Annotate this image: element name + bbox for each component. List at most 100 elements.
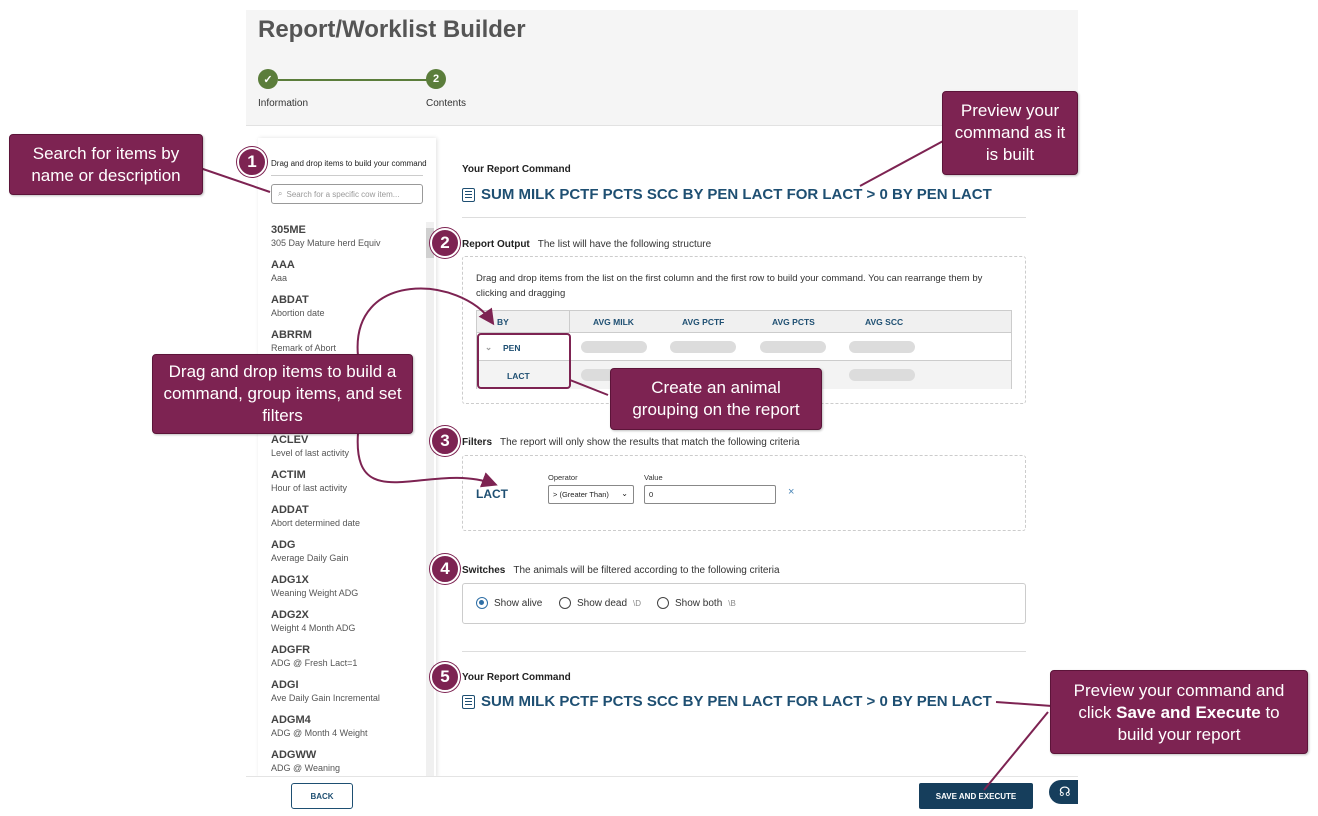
item-desc: 305 Day Mature herd Equiv — [271, 238, 381, 248]
search-input[interactable]: ⌕ Search for a specific cow item... — [271, 184, 423, 204]
item-desc: Abortion date — [271, 308, 325, 318]
report-output-title: Report Output — [462, 239, 530, 250]
list-item[interactable]: ADG Average Daily Gain — [271, 539, 421, 574]
placeholder-cell — [760, 341, 826, 353]
list-item[interactable]: ACTIM Hour of last activity — [271, 469, 421, 504]
column-header[interactable]: AVG SCC — [865, 317, 903, 327]
radio-show-alive[interactable]: Show alive — [476, 597, 542, 609]
list-item[interactable]: ADGWW ADG @ Weaning — [271, 749, 421, 778]
item-desc: Ave Daily Gain Incremental — [271, 693, 380, 703]
list-item[interactable]: ADGM4 ADG @ Month 4 Weight — [271, 714, 421, 749]
item-desc: Aaa — [271, 273, 288, 283]
switches-title: Switches — [462, 565, 506, 576]
search-icon: ⌕ — [278, 189, 283, 198]
item-desc: ADG @ Fresh Lact=1 — [271, 658, 358, 668]
command-top: SUM MILK PCTF PCTS SCC BY PEN LACT FOR L… — [462, 186, 992, 203]
item-code: AAA — [271, 259, 295, 271]
item-desc: Hour of last activity — [271, 483, 348, 493]
placeholder-cell — [581, 341, 647, 353]
radio-selected-icon — [476, 597, 488, 609]
save-and-execute-button[interactable]: SAVE AND EXECUTE — [919, 783, 1033, 809]
item-desc: Weight 4 Month ADG — [271, 623, 356, 633]
callout-search: Search for items by name or description — [9, 134, 203, 195]
item-desc: Level of last activity — [271, 448, 350, 458]
operator-select[interactable]: > (Greater Than) ⌄ — [548, 485, 634, 504]
filter-item-lact[interactable]: LACT — [476, 487, 508, 501]
placeholder-cell — [849, 341, 915, 353]
help-button[interactable]: ☊ — [1049, 780, 1078, 804]
shortcut-label: \B — [728, 598, 736, 608]
report-output-desc: The list will have the following structu… — [537, 239, 712, 250]
sidebar-divider — [271, 175, 423, 176]
item-code: ADG1X — [271, 574, 309, 586]
list-item[interactable]: AAA Aaa — [271, 259, 421, 294]
row-label-lact[interactable]: LACT — [507, 371, 530, 381]
step-contents[interactable]: 2 — [426, 69, 446, 89]
operator-value: > (Greater Than) — [553, 490, 609, 499]
callout-preview: Preview your command as it is built — [942, 91, 1078, 175]
column-header[interactable]: AVG PCTF — [682, 317, 724, 327]
switches-heading: Switches The animals will be filtered acc… — [462, 565, 780, 576]
back-button[interactable]: BACK — [291, 783, 353, 809]
radio-show-dead[interactable]: Show dead \D — [559, 597, 641, 609]
item-desc: ADG @ Month 4 Weight — [271, 728, 368, 738]
item-desc: ADG @ Weaning — [271, 763, 340, 773]
column-header[interactable]: AVG MILK — [593, 317, 634, 327]
item-code: ADGM4 — [271, 714, 311, 726]
step-information[interactable]: ✓ — [258, 69, 278, 89]
item-list: 305ME 305 Day Mature herd Equiv AAA Aaa AB… — [271, 224, 421, 778]
column-separator — [569, 311, 570, 333]
item-desc: Abort determined date — [271, 518, 361, 528]
close-icon[interactable]: × — [788, 486, 794, 498]
column-header[interactable]: AVG PCTS — [772, 317, 815, 327]
callout-save: Preview your command and click Save and … — [1050, 670, 1308, 754]
command-bottom-text: SUM MILK PCTF PCTS SCC BY PEN LACT FOR L… — [481, 693, 992, 710]
step-marker-3: 3 — [430, 426, 460, 456]
list-icon — [462, 694, 475, 709]
list-item[interactable]: ADG1X Weaning Weight ADG — [271, 574, 421, 609]
grid-header: BY AVG MILK AVG PCTF AVG PCTS AVG SCC — [477, 311, 1011, 333]
list-item[interactable]: 305ME 305 Day Mature herd Equiv — [271, 224, 421, 259]
item-code: ADGFR — [271, 644, 311, 656]
callout-save-bold: Save and Execute — [1116, 703, 1261, 722]
radio-show-both[interactable]: Show both \B — [657, 597, 736, 609]
row-label-pen[interactable]: PEN — [503, 343, 520, 353]
item-code: ADG2X — [271, 609, 309, 621]
chevron-down-icon[interactable]: ⌄ — [485, 342, 492, 353]
item-desc: Remark of Abort — [271, 343, 337, 353]
item-code: ACTIM — [271, 469, 306, 481]
item-code: ACLEV — [271, 434, 309, 446]
step-contents-label: Contents — [426, 98, 467, 109]
item-code: ADGWW — [271, 749, 317, 761]
list-icon — [462, 187, 475, 202]
placeholder-cell — [670, 341, 736, 353]
list-item[interactable]: ADGI Ave Daily Gain Incremental — [271, 679, 421, 714]
callout-drag: Drag and drop items to build a command, … — [152, 354, 413, 434]
list-item[interactable]: ADDAT Abort determined date — [271, 504, 421, 539]
item-code: ABRRM — [271, 329, 312, 341]
list-item[interactable]: ADG2X Weight 4 Month ADG — [271, 609, 421, 644]
item-code: ABDAT — [271, 294, 309, 306]
list-item[interactable]: ACLEV Level of last activity — [271, 434, 421, 469]
radio-label: Show alive — [494, 597, 543, 609]
chevron-down-icon: ⌄ — [621, 489, 628, 498]
list-item[interactable]: ABDAT Abortion date — [271, 294, 421, 329]
step-marker-1: 1 — [237, 147, 267, 177]
radio-icon — [657, 597, 669, 609]
command-top-text: SUM MILK PCTF PCTS SCC BY PEN LACT FOR L… — [481, 186, 992, 203]
step-information-label: Information — [258, 98, 309, 109]
list-item[interactable]: ADGFR ADG @ Fresh Lact=1 — [271, 644, 421, 679]
column-header[interactable]: BY — [497, 317, 509, 327]
stepper-line — [278, 79, 434, 81]
radio-icon — [559, 597, 571, 609]
filters-title: Filters — [462, 437, 493, 448]
value-input[interactable]: 0 — [644, 485, 776, 504]
switches-desc: The animals will be filtered according t… — [513, 565, 780, 576]
value-text: 0 — [649, 490, 654, 499]
divider — [462, 217, 1026, 218]
sidebar-scrollbar[interactable] — [426, 222, 434, 778]
report-output-heading: Report Output The list will have the foll… — [462, 239, 711, 250]
item-code: 305ME — [271, 224, 306, 236]
step-marker-4: 4 — [430, 554, 460, 584]
search-placeholder: Search for a specific cow item... — [286, 189, 400, 199]
